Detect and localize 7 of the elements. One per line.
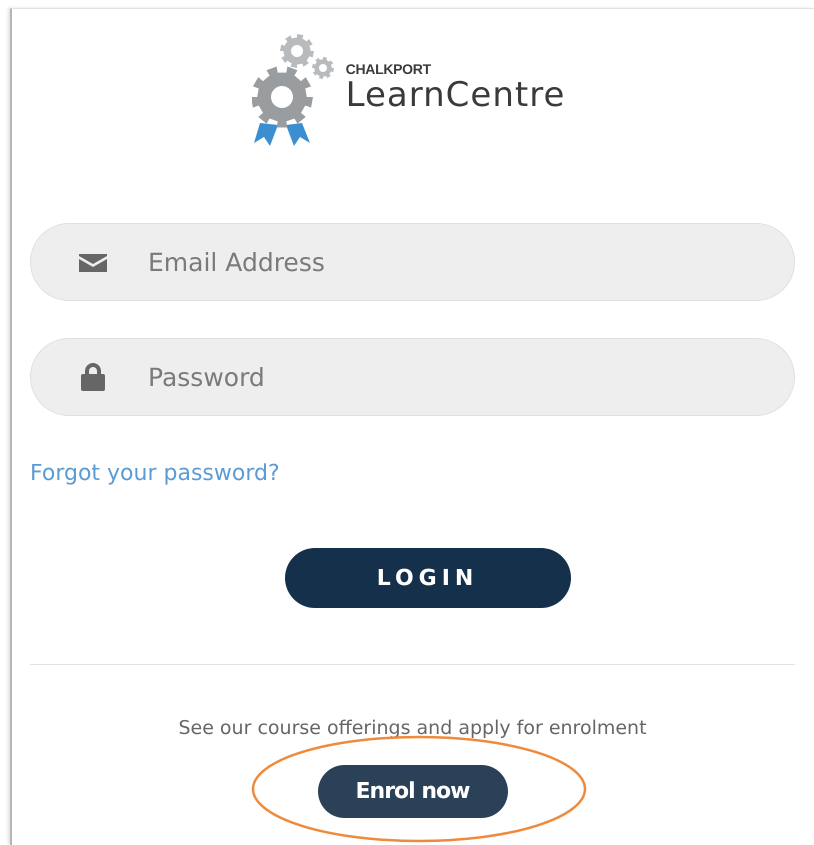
enrol-prompt: See our course offerings and apply for enrolment bbox=[178, 717, 647, 739]
product-name: LearnCentre bbox=[346, 77, 566, 113]
login-button[interactable]: LOGIN bbox=[284, 548, 570, 608]
email-field[interactable]: Email Address bbox=[30, 223, 795, 301]
enrol-button[interactable]: Enrol now bbox=[318, 765, 508, 818]
brand-name: CHALKPORT bbox=[346, 61, 431, 77]
password-field[interactable]: Password bbox=[30, 338, 795, 416]
